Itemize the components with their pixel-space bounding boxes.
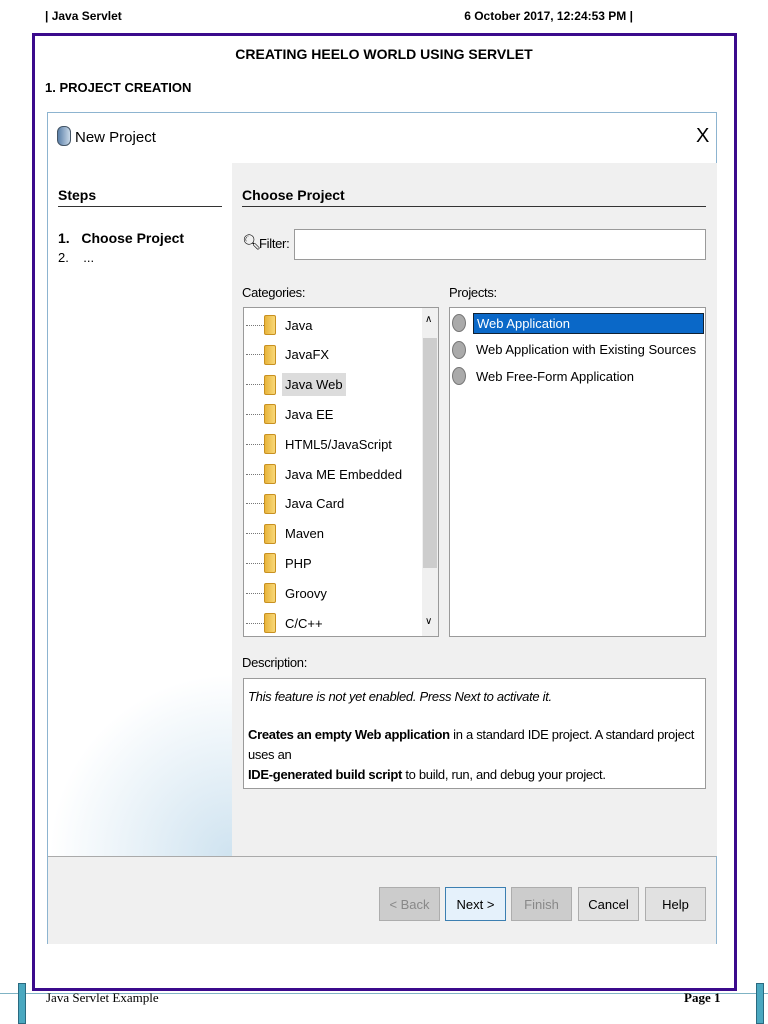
category-item[interactable]: Java EE — [244, 399, 336, 429]
cancel-button[interactable]: Cancel — [578, 887, 639, 921]
scroll-down-icon[interactable]: ∨ — [425, 616, 432, 627]
description-box: This feature is not yet enabled. Press N… — [243, 678, 706, 789]
tree-line — [246, 622, 264, 624]
filter-label: Filter: — [259, 236, 290, 251]
page-header-left: | Java Servlet — [45, 9, 122, 23]
category-label: PHP — [285, 555, 312, 571]
tree-line — [246, 324, 264, 326]
category-label: Java — [285, 317, 313, 333]
category-item[interactable]: C/C++ — [244, 608, 326, 636]
footer-bar-right — [756, 983, 764, 1024]
page-header-date: 6 October 2017, 12:24:53 PM | — [464, 9, 633, 23]
close-icon[interactable]: X — [696, 125, 709, 148]
description-bold: Creates an empty Web application — [248, 727, 450, 742]
project-icon — [57, 126, 71, 146]
category-label: Maven — [285, 526, 325, 542]
category-item[interactable]: Maven — [244, 519, 327, 549]
folder-icon — [264, 553, 276, 574]
folder-icon — [264, 583, 276, 604]
document-title: CREATING HEELO WORLD USING SERVLET — [235, 46, 533, 62]
project-label: Web Application — [473, 312, 704, 334]
step-number: 1. — [58, 230, 70, 246]
category-label: Java Web — [282, 373, 346, 397]
category-label: Java EE — [285, 406, 334, 422]
project-label: Web Application with Existing Sources — [476, 342, 697, 357]
scrollbar[interactable]: ∧ ∨ — [422, 308, 438, 636]
category-label: Groovy — [285, 585, 327, 601]
category-label: Java ME Embedded — [285, 466, 403, 482]
step-label: ... — [83, 250, 95, 265]
category-item[interactable]: Java — [244, 310, 315, 340]
folder-icon — [264, 613, 276, 633]
step-label: Choose Project — [81, 230, 185, 246]
category-item[interactable]: JavaFX — [244, 340, 332, 370]
tree-line — [246, 533, 264, 535]
categories-list[interactable]: Java JavaFX Java Web Java EE HTML5/JavaScrip… — [243, 307, 439, 637]
description-text: to build, run, and debug your project. — [402, 767, 606, 782]
finish-button[interactable]: Finish — [511, 887, 572, 921]
projects-list[interactable]: Web Application Web Application with Exis… — [449, 307, 706, 637]
folder-icon — [264, 493, 276, 514]
category-item[interactable]: Java Web — [244, 370, 346, 400]
category-label: JavaFX — [285, 347, 330, 363]
tree-line — [246, 562, 264, 564]
tree-line — [246, 592, 264, 594]
project-item[interactable]: Web Application with Existing Sources — [452, 337, 704, 363]
steps-heading: Steps — [58, 187, 222, 207]
description-note: This feature is not yet enabled. Press N… — [248, 689, 552, 704]
folder-icon — [264, 464, 276, 484]
main-heading: Choose Project — [242, 187, 706, 207]
folder-icon — [264, 344, 276, 365]
step-1: 1. Choose Project — [58, 230, 184, 246]
section-heading: 1. PROJECT CREATION — [45, 80, 192, 95]
button-bar: < Back Next > Finish Cancel Help — [48, 856, 716, 944]
description-label: Description: — [242, 655, 308, 670]
free-form-icon — [452, 367, 466, 385]
category-item[interactable]: Java Card — [244, 489, 347, 519]
folder-icon — [264, 404, 276, 425]
category-item[interactable]: PHP — [244, 548, 315, 578]
folder-icon — [264, 374, 276, 395]
category-item[interactable]: Java ME Embedded — [244, 459, 405, 489]
new-project-dialog: New Project X Steps 1. Choose Project 2.… — [47, 112, 717, 944]
tree-line — [246, 413, 264, 415]
category-item[interactable]: Groovy — [244, 578, 330, 608]
dialog-title: New Project — [75, 129, 156, 146]
footer-bar-left — [18, 983, 26, 1024]
folder-icon — [264, 523, 276, 544]
categories-label: Categories: — [242, 285, 306, 300]
projects-label: Projects: — [449, 285, 497, 300]
description-bold: IDE-generated build script — [248, 767, 403, 782]
folder-icon — [264, 315, 276, 335]
scroll-thumb[interactable] — [423, 338, 437, 568]
tree-line — [246, 354, 264, 356]
help-button[interactable]: Help — [645, 887, 706, 921]
scroll-up-icon[interactable]: ∧ — [425, 314, 432, 325]
tree-line — [246, 503, 264, 505]
category-label: Java Card — [285, 496, 345, 512]
decorative-swoosh — [48, 673, 232, 856]
next-button[interactable]: Next > — [445, 887, 506, 921]
choose-project-panel: Choose Project 🔍︎ Filter: Categories: Ja… — [232, 163, 717, 856]
step-2: 2. ... — [58, 250, 94, 265]
tree-line — [246, 384, 264, 386]
footer-left: Java Servlet Example — [46, 990, 159, 1005]
back-button[interactable]: < Back — [379, 887, 440, 921]
category-label: C/C++ — [285, 615, 323, 631]
globe-icon — [452, 314, 466, 332]
tree-line — [246, 443, 264, 445]
tree-line — [246, 473, 264, 475]
filter-input[interactable] — [294, 229, 706, 260]
project-label: Web Free-Form Application — [476, 368, 634, 384]
footer-page: Page 1 — [684, 990, 721, 1005]
step-number: 2. — [58, 250, 69, 265]
project-item[interactable]: Web Free-Form Application — [452, 363, 704, 389]
category-item[interactable]: HTML5/JavaScript — [244, 429, 395, 459]
globe-icon — [452, 340, 466, 359]
category-label: HTML5/JavaScript — [285, 436, 392, 452]
project-item[interactable]: Web Application — [452, 310, 704, 336]
folder-icon — [264, 434, 276, 455]
